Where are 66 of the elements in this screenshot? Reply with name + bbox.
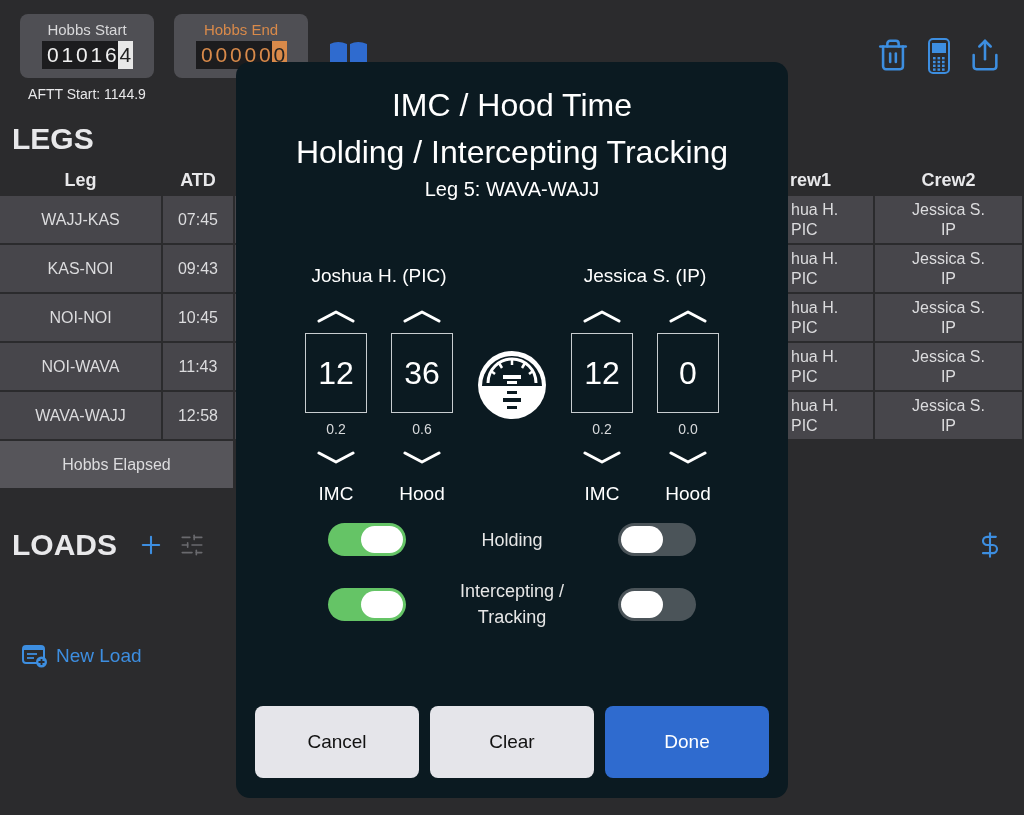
table-cell: Jessica S. IP [875, 294, 1022, 341]
dialog-button[interactable]: Clear [430, 706, 594, 778]
table-cell: Jessica S. IP [875, 343, 1022, 390]
dialog-subtitle: Leg 5: WAVA-WAJJ [424, 178, 600, 201]
column-header: Leg [63, 170, 98, 192]
minutes-field[interactable]: 36 [391, 333, 453, 413]
legs-heading: LEGS [12, 122, 94, 156]
hours-value: 0.2 [592, 421, 612, 437]
hobbs-label: Hobbs Start [47, 21, 127, 38]
table-cell: NOI-NOI [0, 294, 161, 341]
chevron-down-icon[interactable] [317, 451, 355, 465]
toggle-switch[interactable] [328, 587, 406, 621]
hours-value: 0.2 [326, 421, 346, 437]
new-load-link[interactable]: New Load [22, 644, 142, 668]
table-cell: Jessica S. IP [875, 245, 1022, 292]
toggle-switch[interactable] [618, 587, 696, 621]
table-cell: 10:45 [163, 294, 233, 341]
column-header: Crew2 [920, 170, 977, 192]
counter-label: Hood [665, 483, 711, 505]
hours-value: 0.0 [678, 421, 698, 437]
column-header: rew1 [789, 170, 833, 192]
table-cell: Jessica S. IP [875, 392, 1022, 439]
loads-heading: LOADS [12, 528, 117, 562]
table-cell: Hobbs Elapsed [0, 441, 233, 488]
minutes-field[interactable]: 12 [571, 333, 633, 413]
hours-value: 0.6 [412, 421, 432, 437]
counter-label: IMC [584, 483, 620, 505]
toggle-label: Holding [481, 528, 543, 552]
dialog-button[interactable]: Cancel [255, 706, 419, 778]
toggle-label: Intercepting / Tracking [459, 580, 565, 629]
dialog-title: IMC / Hood Time Holding / Intercepting Tracking [295, 86, 729, 172]
table-cell: Jessica S. IP [875, 196, 1022, 243]
attitude-indicator-icon [477, 350, 547, 420]
counter-label: Hood [399, 483, 445, 505]
hobbs-counter[interactable]: Hobbs Start 0 10 164 [20, 14, 154, 78]
column-header: ATD [179, 170, 217, 192]
table-cell: WAVA-WAJJ [0, 392, 161, 439]
chevron-down-icon[interactable] [583, 451, 621, 465]
chevron-up-icon[interactable] [669, 309, 707, 323]
chevron-up-icon[interactable] [583, 309, 621, 323]
odometer-digits: 0 10 164 [41, 41, 133, 69]
crew-name: Joshua H. (PIC) [311, 265, 447, 288]
counter-label: IMC [318, 483, 354, 505]
chevron-down-icon[interactable] [403, 451, 441, 465]
sliders-icon[interactable] [179, 532, 205, 558]
crew-name: Jessica S. (IP) [583, 265, 707, 288]
table-cell: 11:43 [163, 343, 233, 390]
hobbs-label: Hobbs End [203, 21, 279, 38]
minutes-field[interactable]: 0 [657, 333, 719, 413]
done-button[interactable]: Done [605, 706, 769, 778]
table-cell: 09:43 [163, 245, 233, 292]
chevron-down-icon[interactable] [669, 451, 707, 465]
chevron-up-icon[interactable] [317, 309, 355, 323]
new-load-icon [22, 644, 48, 668]
table-cell: NOI-WAVA [0, 343, 161, 390]
table-cell: KAS-NOI [0, 245, 161, 292]
table-cell: WAJJ-KAS [0, 196, 161, 243]
calculator-icon[interactable] [928, 38, 950, 74]
aftt-start-text: AFTT Start: 1144.9 [28, 86, 146, 102]
trash-icon[interactable] [876, 38, 910, 72]
toggle-switch[interactable] [328, 523, 406, 556]
table-cell: 12:58 [163, 392, 233, 439]
table-cell: 07:45 [163, 196, 233, 243]
minutes-field[interactable]: 12 [305, 333, 367, 413]
chevron-up-icon[interactable] [403, 309, 441, 323]
toggle-switch[interactable] [618, 523, 696, 556]
